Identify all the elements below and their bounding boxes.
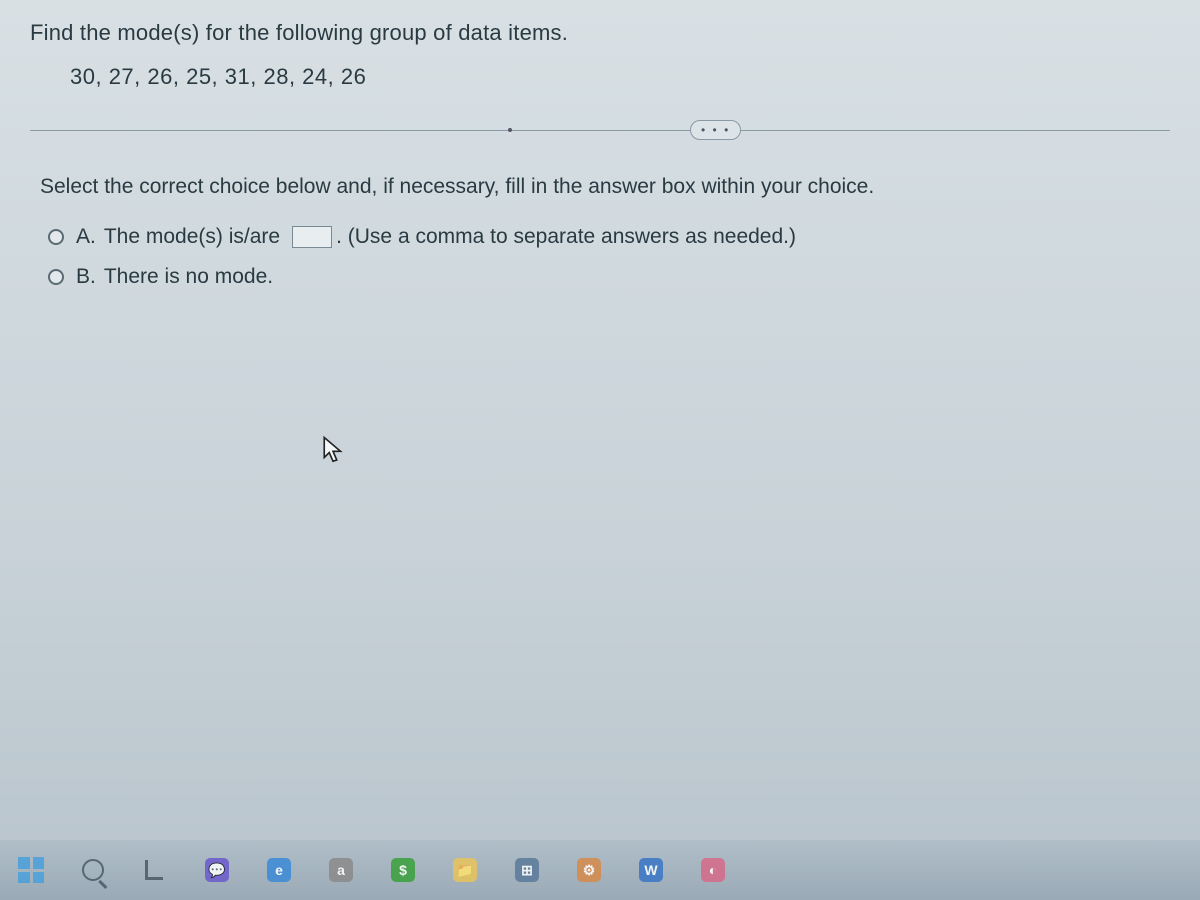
choice-b-label: B. xyxy=(76,265,96,289)
choice-b[interactable]: B. There is no mode. xyxy=(48,265,1170,289)
question-panel: Find the mode(s) for the following group… xyxy=(0,0,1200,790)
widgets-icon[interactable]: ⊞ xyxy=(510,853,544,887)
question-prompt: Find the mode(s) for the following group… xyxy=(30,20,1170,46)
choice-b-text: There is no mode. xyxy=(104,265,273,289)
store-icon[interactable]: $ xyxy=(386,853,420,887)
word-icon[interactable]: W xyxy=(634,853,668,887)
expand-button[interactable]: • • • xyxy=(690,120,741,140)
choice-a-hint: (Use a comma to separate answers as need… xyxy=(348,225,796,249)
copilot-icon[interactable]: ◐ xyxy=(696,853,730,887)
choice-a-label: A. xyxy=(76,225,96,249)
chat-icon[interactable]: 💬 xyxy=(200,853,234,887)
choice-a-text-before: The mode(s) is/are xyxy=(104,225,280,249)
instruction-text: Select the correct choice below and, if … xyxy=(40,175,1170,199)
answer-input-a[interactable] xyxy=(292,226,332,248)
settings-icon[interactable]: ⚙ xyxy=(572,853,606,887)
section-divider: • • • xyxy=(30,120,1170,140)
task-view-icon[interactable] xyxy=(138,853,172,887)
start-icon[interactable] xyxy=(14,853,48,887)
search-icon[interactable] xyxy=(76,853,110,887)
radio-b[interactable] xyxy=(48,269,64,285)
radio-a[interactable] xyxy=(48,229,64,245)
amazon-icon[interactable]: a xyxy=(324,853,358,887)
taskbar: 💬 e a $ 📁 ⊞ ⚙ W ◐ xyxy=(0,840,1200,900)
divider-line xyxy=(30,130,1170,131)
question-data-items: 30, 27, 26, 25, 31, 28, 24, 26 xyxy=(70,64,1170,90)
choice-a[interactable]: A. The mode(s) is/are . (Use a comma to … xyxy=(48,225,1170,249)
divider-dot xyxy=(508,128,512,132)
edge-icon[interactable]: e xyxy=(262,853,296,887)
explorer-icon[interactable]: 📁 xyxy=(448,853,482,887)
